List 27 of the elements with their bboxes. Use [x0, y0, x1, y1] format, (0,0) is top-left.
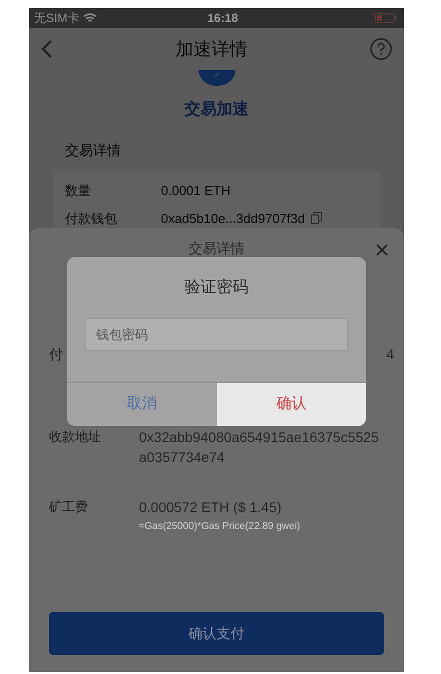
- confirm-pay-button[interactable]: 确认支付: [49, 612, 384, 655]
- sheet-title: 交易详情: [188, 238, 244, 258]
- password-field[interactable]: 钱包密码: [85, 318, 348, 351]
- row-label: 收款地址: [49, 428, 102, 446]
- close-icon[interactable]: [376, 244, 388, 256]
- page-title: 加速详情: [174, 38, 248, 60]
- time-text: 16:18: [207, 10, 238, 27]
- row-label: 矿工费: [49, 498, 89, 516]
- row-value: 4: [386, 345, 394, 364]
- detail-value: 0.0001 ETH: [161, 182, 230, 200]
- carrier-text: 无SIM卡: [34, 10, 80, 27]
- detail-label: 数量: [65, 182, 92, 200]
- row-value: 0.000572 ETH ($ 1.45): [139, 498, 282, 517]
- help-icon[interactable]: [370, 38, 392, 60]
- copy-icon[interactable]: [310, 212, 322, 224]
- row-label: 付: [49, 345, 63, 364]
- row-value: 0x32abb94080a654915ae16375c5525a0357734e74: [139, 428, 380, 467]
- detail-value: 0xad5b10e...3dd9707f3d: [161, 210, 305, 228]
- row-note: ≈Gas(25000)*Gas Price(22.89 gwei): [139, 520, 300, 534]
- section-title: 交易详情: [65, 141, 121, 160]
- back-icon[interactable]: [41, 39, 53, 59]
- battery-icon: [375, 13, 397, 23]
- confirm-button[interactable]: 确认: [216, 383, 366, 426]
- wifi-icon: [83, 13, 98, 23]
- detail-label: 付款钱包: [65, 210, 118, 228]
- header-title: 交易加速: [184, 99, 248, 120]
- dialog-title: 验证密码: [184, 278, 248, 298]
